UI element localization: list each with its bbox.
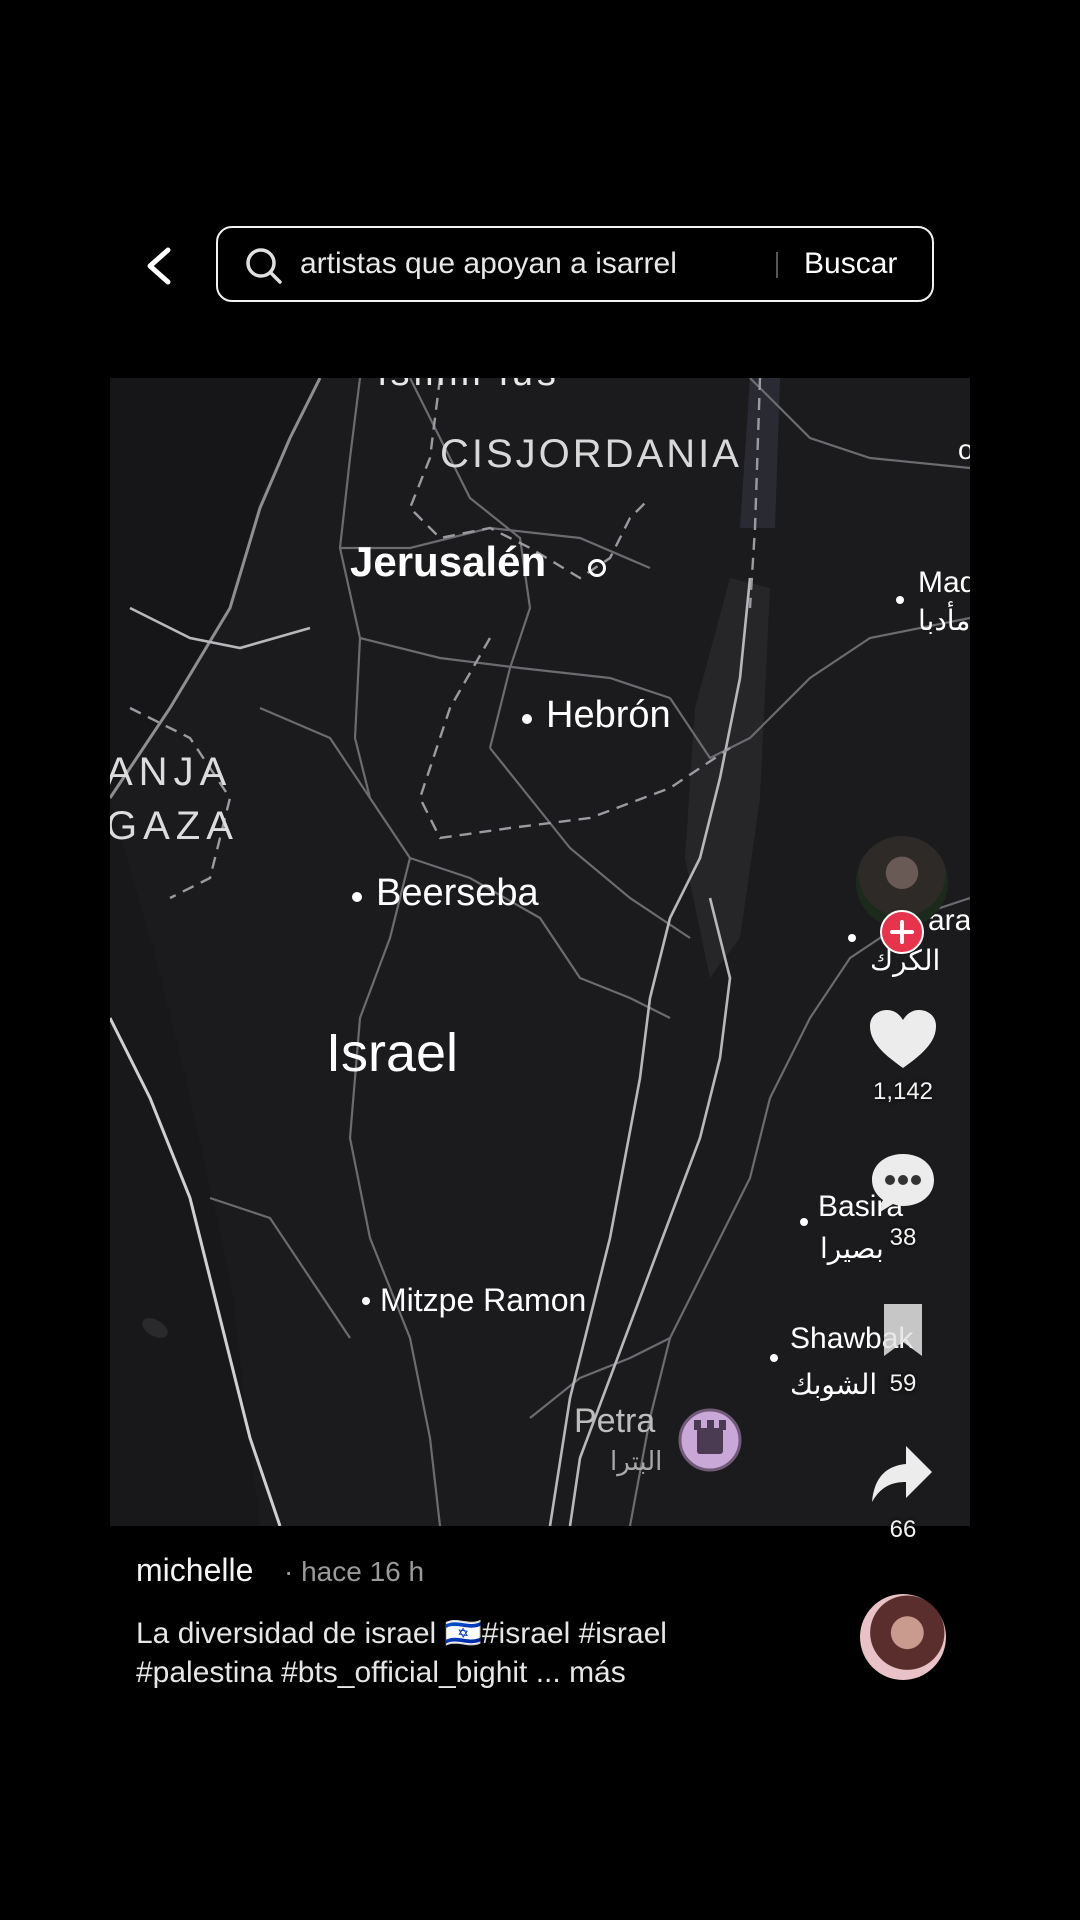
map-label-beersheba: Beerseba bbox=[376, 872, 539, 914]
map-label-top-cut: ismm ius bbox=[378, 378, 560, 395]
petra-pin bbox=[678, 1408, 742, 1472]
comment-icon[interactable] bbox=[870, 1152, 936, 1216]
search-bar[interactable]: artistas que apoyan a isarrel Buscar bbox=[216, 226, 934, 302]
map-label-israel: Israel bbox=[326, 1023, 459, 1083]
map-label-edge: o bbox=[958, 434, 970, 465]
post-time: · hace 16 h bbox=[284, 1556, 425, 1587]
hebron-dot bbox=[522, 714, 532, 724]
map-label-gaza-2: GAZA bbox=[110, 804, 239, 848]
follow-button[interactable] bbox=[880, 910, 924, 954]
video-player[interactable]: ismm ius CISJORDANIA Jerusalén Hebrón AN… bbox=[110, 378, 970, 1526]
search-divider bbox=[776, 252, 778, 278]
username[interactable]: michelle bbox=[136, 1552, 253, 1589]
share-count: 66 bbox=[889, 1516, 917, 1543]
map-label-madaba: Mad bbox=[918, 566, 970, 599]
map-label-gaza-1: ANJA bbox=[110, 750, 233, 794]
caption-line-2[interactable]: #palestina #bts_official_bighit ... más bbox=[136, 1656, 626, 1690]
search-input[interactable]: artistas que apoyan a isarrel bbox=[300, 228, 677, 300]
map-label-cisjordania: CISJORDANIA bbox=[440, 432, 742, 476]
basira-dot bbox=[800, 1218, 808, 1226]
mitzpe-dot bbox=[362, 1297, 370, 1305]
jerusalem-marker bbox=[588, 559, 606, 577]
map-label-hebron: Hebrón bbox=[546, 694, 671, 736]
madaba-dot bbox=[896, 596, 904, 604]
back-arrow-icon[interactable] bbox=[138, 244, 182, 288]
like-count: 1,142 bbox=[872, 1078, 934, 1105]
map-label-petra-ar: البترا bbox=[610, 1446, 663, 1476]
map-label-mitzpe: Mitzpe Ramon bbox=[380, 1282, 587, 1318]
search-icon bbox=[246, 248, 282, 284]
save-count: 59 bbox=[889, 1370, 917, 1397]
map-label-madaba-ar: مأدبا bbox=[918, 605, 970, 636]
search-button[interactable]: Buscar bbox=[804, 228, 897, 300]
map-label-petra: Petra bbox=[574, 1402, 656, 1440]
bookmark-icon[interactable] bbox=[880, 1302, 926, 1358]
karak-dot bbox=[848, 934, 856, 942]
beersheba-dot bbox=[352, 892, 362, 902]
map-label-jerusalem: Jerusalén bbox=[350, 538, 547, 585]
plus-icon bbox=[890, 920, 914, 944]
shawbak-dot bbox=[770, 1354, 778, 1362]
share-icon[interactable] bbox=[870, 1444, 934, 1504]
heart-icon[interactable] bbox=[868, 1008, 938, 1072]
comment-count: 38 bbox=[889, 1224, 917, 1251]
caption-line-1: La diversidad de israel 🇮🇱#israel #israe… bbox=[136, 1617, 667, 1650]
music-avatar[interactable] bbox=[860, 1594, 946, 1680]
